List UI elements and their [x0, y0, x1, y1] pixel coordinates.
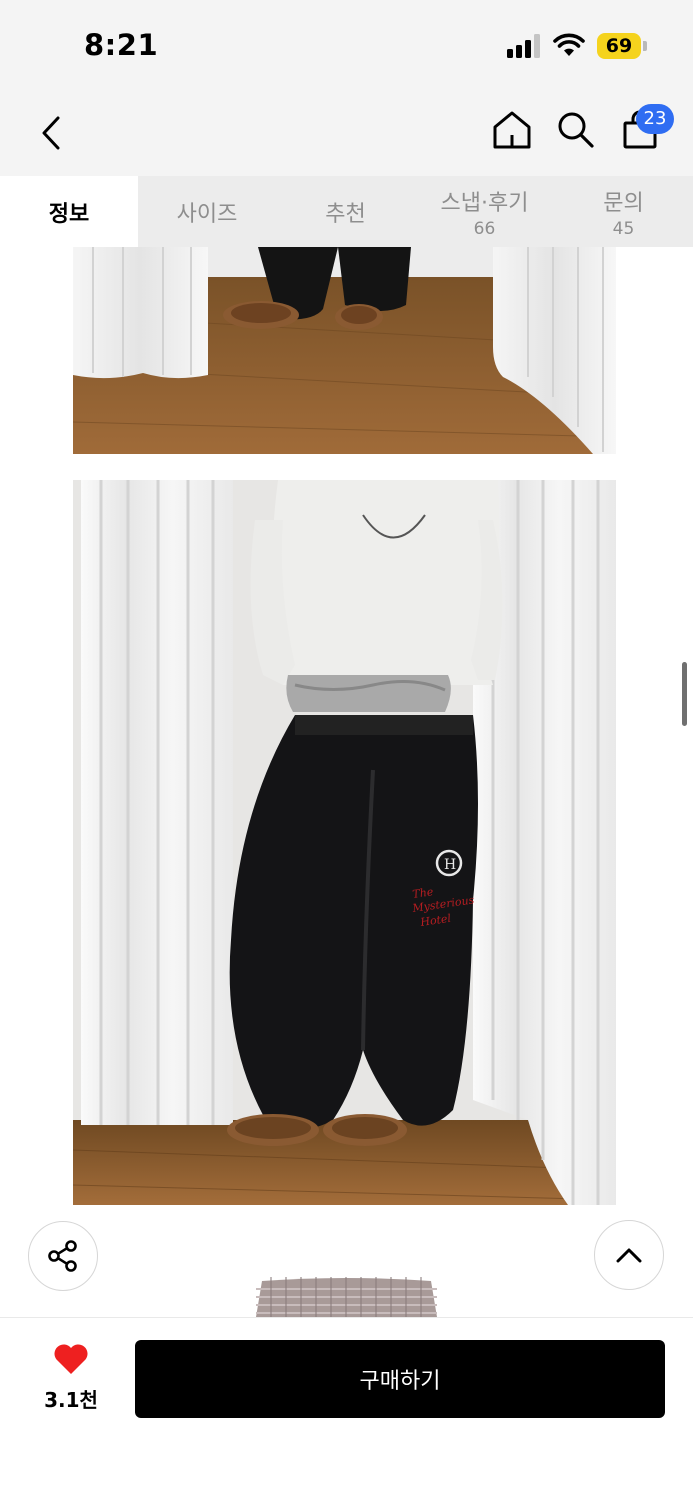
battery-level: 69 — [605, 35, 633, 57]
share-icon — [48, 1240, 77, 1272]
share-button[interactable] — [28, 1221, 98, 1291]
battery-nub — [643, 41, 647, 51]
nav-bar — [0, 92, 693, 176]
product-photo-2: H The Mysterious Hotel — [73, 480, 616, 1205]
tab-label: 사이즈 — [176, 201, 238, 227]
buy-button-label: 구매하기 — [359, 1369, 441, 1394]
status-time: 8:21 — [84, 28, 159, 62]
cart-count-badge: 23 — [636, 104, 674, 134]
tab-snap-review[interactable]: 스냅·후기 66 — [415, 176, 554, 247]
home-button[interactable] — [489, 106, 535, 154]
tab-count: 66 — [473, 218, 496, 239]
tab-label: 추천 — [325, 201, 366, 227]
tab-size[interactable]: 사이즈 — [138, 176, 276, 247]
product-photo-3 — [256, 1277, 437, 1317]
tab-info[interactable]: 정보 — [0, 176, 138, 247]
like-button[interactable]: 3.1천 — [30, 1342, 112, 1422]
product-detail-content: H The Mysterious Hotel — [0, 247, 693, 1317]
home-icon — [493, 111, 531, 149]
back-button[interactable] — [28, 110, 74, 156]
product-tabs: 정보 사이즈 추천 스냅·후기 66 문의 45 — [0, 176, 693, 247]
search-button[interactable] — [553, 106, 599, 154]
svg-text:H: H — [444, 857, 456, 873]
tab-label: 정보 — [48, 201, 90, 227]
cellular-signal-icon — [507, 34, 543, 58]
scroll-to-top-button[interactable] — [594, 1220, 664, 1290]
product-photo-1 — [73, 247, 616, 454]
battery-icon: 69 — [597, 33, 641, 59]
scroll-indicator[interactable] — [682, 662, 687, 726]
back-arrow-icon — [42, 116, 60, 150]
like-count: 3.1천 — [44, 1388, 98, 1412]
heart-icon — [54, 1344, 88, 1374]
buy-button[interactable]: 구매하기 — [135, 1340, 665, 1418]
tab-label: 문의 — [603, 190, 644, 216]
tab-recommend[interactable]: 추천 — [276, 176, 415, 247]
wifi-icon — [553, 33, 585, 56]
search-icon — [558, 112, 594, 148]
scroll-to-top-icon — [616, 1248, 642, 1263]
tab-inquiry[interactable]: 문의 45 — [554, 176, 693, 247]
tab-count: 45 — [612, 218, 635, 239]
tab-label: 스냅·후기 — [440, 190, 529, 216]
status-bar: 8:21 69 — [0, 0, 693, 92]
